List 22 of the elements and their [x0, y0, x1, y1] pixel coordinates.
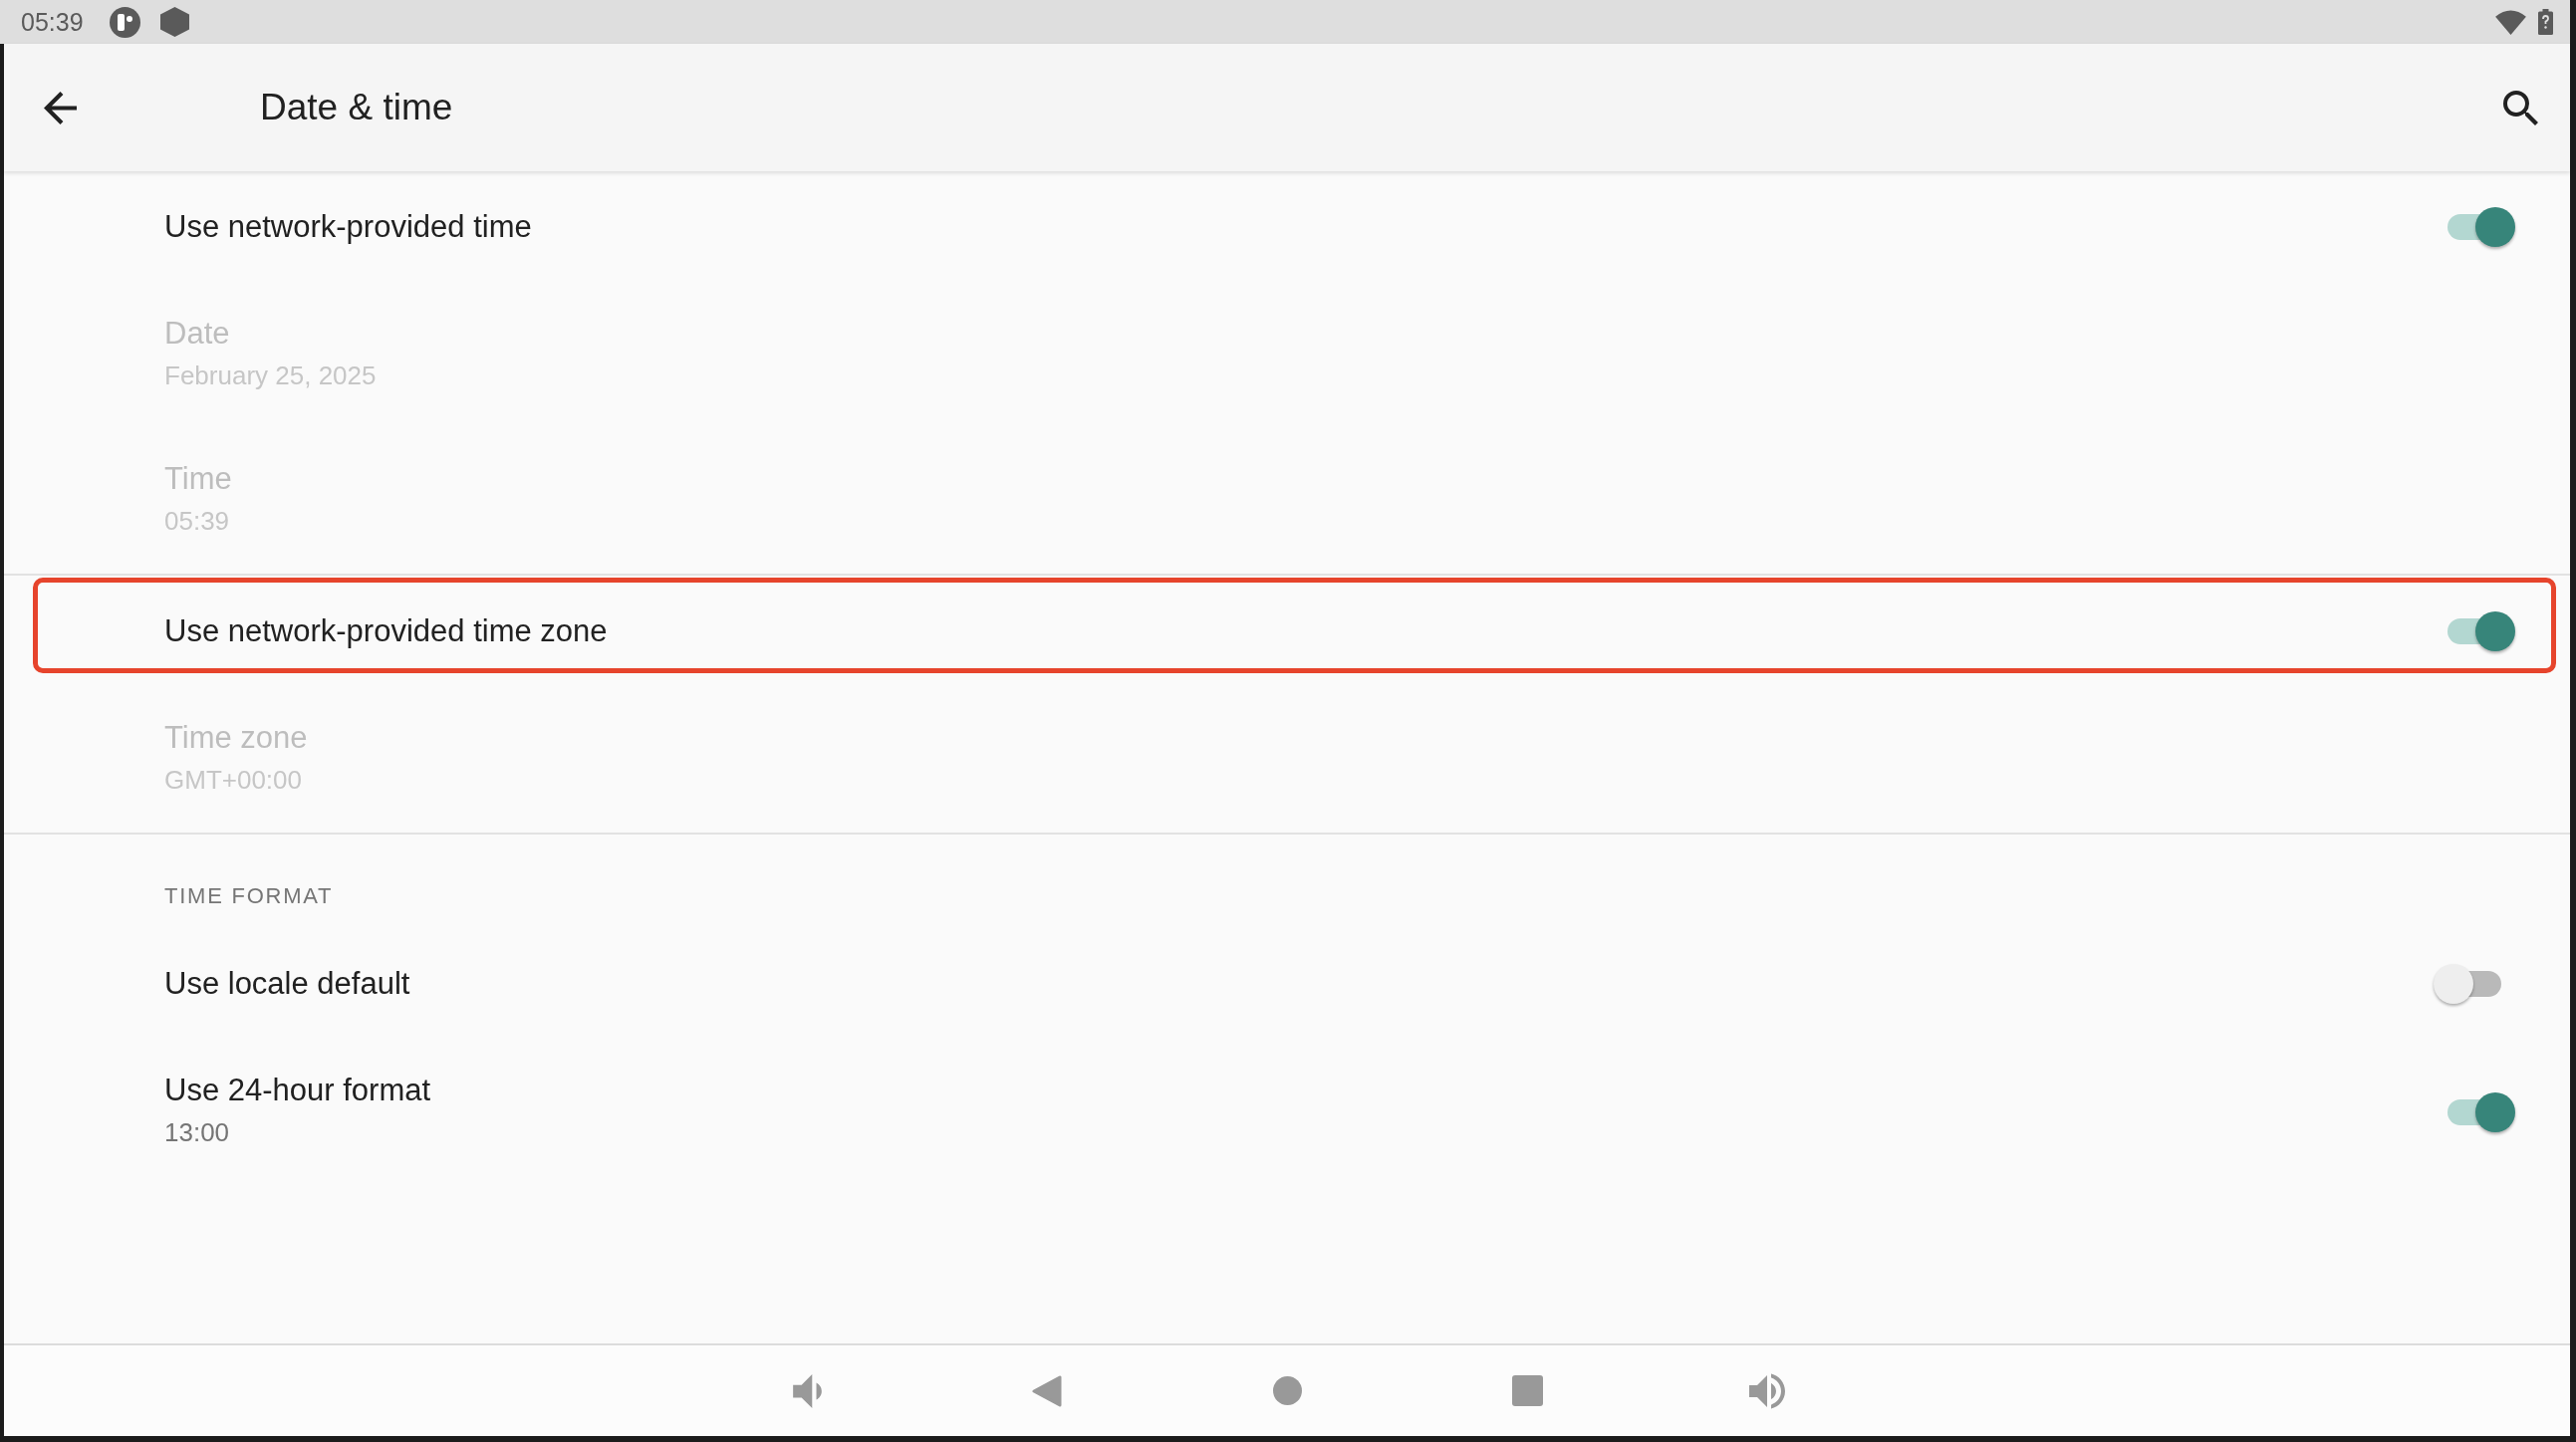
circle-logo-icon [109, 6, 140, 38]
back-arrow-icon [44, 91, 77, 124]
setting-title: Time [164, 460, 232, 498]
setting-title: Use 24-hour format [164, 1072, 431, 1109]
setting-title: Use network-provided time zone [164, 612, 608, 650]
battery-icon [2538, 9, 2553, 35]
home-circle-icon [1272, 1376, 1302, 1405]
section-header: TIME FORMAT [164, 882, 334, 910]
setting-title: Date [164, 315, 230, 353]
setting-title: Time zone [164, 719, 308, 757]
hexagon-icon [159, 7, 189, 37]
page-title: Date & time [260, 86, 453, 129]
back-triangle-icon [1032, 1374, 1062, 1407]
setting-title: Use network-provided time [164, 208, 532, 246]
search-icon [2503, 90, 2538, 125]
wifi-icon [2495, 9, 2526, 35]
setting-summary: 13:00 [164, 1116, 230, 1149]
status-time: 05:39 [21, 7, 84, 37]
recents-square-icon [1511, 1375, 1543, 1406]
volume-up-icon [1749, 1372, 1785, 1409]
volume-down-icon [792, 1373, 822, 1408]
setting-title: Use locale default [164, 965, 410, 1003]
